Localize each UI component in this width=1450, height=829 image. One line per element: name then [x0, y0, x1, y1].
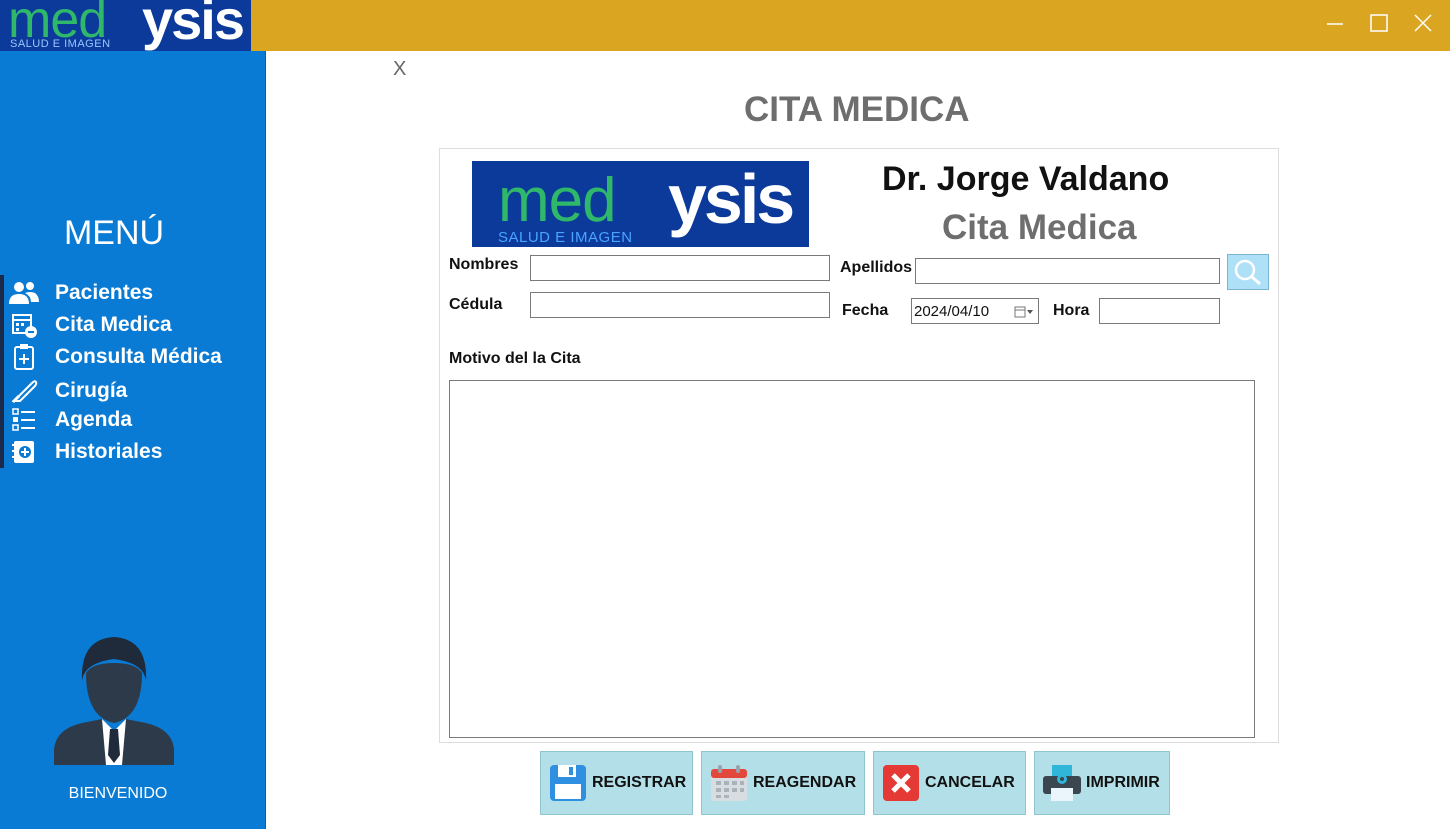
list-icon: [8, 406, 40, 434]
logo-brand-right: ysis: [668, 161, 795, 238]
fecha-label: Fecha: [842, 302, 889, 319]
imprimir-button[interactable]: IMPRIMIR: [1034, 751, 1170, 815]
logo-brand-right: ysis: [142, 0, 245, 51]
printer-icon: [1042, 763, 1082, 803]
medical-record-icon: [8, 438, 40, 466]
form-logo: med ysis SALUD E IMAGEN: [472, 161, 809, 247]
sidebar-item-pacientes[interactable]: Pacientes: [8, 278, 153, 308]
cedula-field[interactable]: [530, 292, 830, 318]
sidebar: MENÚ Pacientes Cita Medica Consulta Médi…: [0, 51, 266, 829]
registrar-label: REGISTRAR: [592, 774, 687, 791]
search-icon: [1234, 259, 1261, 286]
sidebar-item-agenda[interactable]: Agenda: [8, 405, 132, 435]
search-button[interactable]: [1227, 254, 1269, 290]
cedula-label: Cédula: [449, 296, 503, 313]
logo-brand-left: med: [498, 166, 617, 235]
nombres-field[interactable]: [530, 255, 830, 281]
sidebar-item-label: Historiales: [55, 440, 163, 463]
sidebar-item-label: Cirugía: [55, 379, 128, 402]
cancel-icon: [881, 763, 921, 803]
calendar-icon: [709, 763, 749, 803]
sidebar-item-consulta-medica[interactable]: Consulta Médica: [8, 342, 222, 372]
cancelar-button[interactable]: CANCELAR: [873, 751, 1026, 815]
form-subtitle: Cita Medica: [942, 208, 1137, 247]
page-title: CITA MEDICA: [744, 90, 970, 129]
logo-tagline: SALUD E IMAGEN: [498, 229, 633, 246]
maximize-icon: [1370, 14, 1388, 32]
patients-icon: [8, 279, 40, 307]
sidebar-item-label: Consulta Médica: [55, 345, 222, 368]
motivo-textarea[interactable]: [449, 380, 1255, 738]
registrar-button[interactable]: REGISTRAR: [540, 751, 693, 815]
fecha-date-picker[interactable]: 2024/04/10: [911, 298, 1039, 324]
maximize-button[interactable]: [1362, 8, 1396, 38]
doctor-name: Dr. Jorge Valdano: [882, 160, 1170, 198]
close-window-button[interactable]: [1406, 8, 1440, 38]
calendar-minus-icon: [8, 311, 40, 339]
hora-label: Hora: [1053, 302, 1090, 319]
menu-title: MENÚ: [63, 214, 165, 252]
sidebar-item-historiales[interactable]: Historiales: [8, 437, 162, 467]
reagendar-button[interactable]: REAGENDAR: [701, 751, 865, 815]
save-icon: [548, 763, 588, 803]
minimize-button[interactable]: [1318, 8, 1352, 38]
sidebar-item-label: Cita Medica: [55, 313, 172, 336]
close-icon: [1414, 14, 1432, 32]
nombres-label: Nombres: [449, 256, 519, 273]
cancelar-label: CANCELAR: [925, 774, 1015, 791]
motivo-label: Motivo del la Cita: [449, 350, 581, 367]
apellidos-label: Apellidos: [840, 259, 913, 276]
imprimir-label: IMPRIMIR: [1086, 774, 1160, 791]
close-form-button[interactable]: X: [393, 58, 406, 81]
apellidos-field[interactable]: [915, 258, 1220, 284]
nav-active-rail: [0, 275, 4, 468]
fecha-value: 2024/04/10: [914, 302, 990, 320]
welcome-text: BIENVENIDO: [68, 785, 168, 802]
title-bar: med ysis SALUD E IMAGEN: [0, 0, 1450, 51]
scalpel-icon: [8, 377, 40, 405]
logo-tagline: SALUD E IMAGEN: [10, 38, 111, 50]
reagendar-label: REAGENDAR: [753, 774, 857, 791]
user-avatar-icon: [52, 633, 176, 765]
minimize-icon: [1327, 23, 1343, 25]
app-logo: med ysis SALUD E IMAGEN: [0, 0, 251, 51]
sidebar-item-label: Agenda: [55, 408, 133, 431]
sidebar-item-cirugia[interactable]: Cirugía: [8, 376, 127, 406]
sidebar-item-cita-medica[interactable]: Cita Medica: [8, 310, 172, 340]
clipboard-plus-icon: [8, 343, 40, 371]
hora-field[interactable]: [1099, 298, 1220, 324]
calendar-dropdown-icon[interactable]: [1014, 305, 1034, 322]
sidebar-item-label: Pacientes: [55, 281, 154, 304]
